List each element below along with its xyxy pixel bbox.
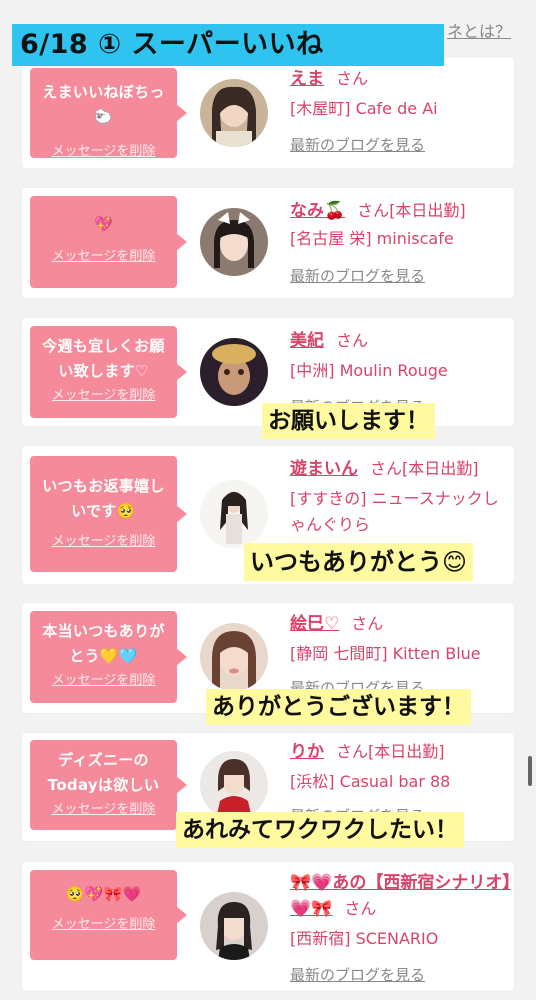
message-text: 今週も宜しくお願い致します♡ [42,337,165,380]
blog-link[interactable]: 最新のブログを見る [290,964,425,985]
blog-link[interactable]: 最新のブログを見る [290,134,425,155]
message-text: 🥺💖🎀💗 [65,885,142,903]
delete-message-link[interactable]: メッセージを削除 [36,798,171,817]
shop-info: [名古屋 栄] miniscafe [290,229,454,248]
profile-info: 絵巳♡ さん [静岡 七間町] Kitten Blue [290,611,512,667]
shop-info: [西新宿] SCENARIO [290,929,439,948]
delete-message-link[interactable]: メッセージを削除 [36,913,171,932]
page-title: 6/18 ① スーパーいいね [12,24,444,66]
shop-info: [浜松] Casual bar 88 [290,772,451,791]
shop-info: [木屋町] Cafe de Ai [290,99,438,118]
list-item: えまいいねぼちっ🐑 メッセージを削除 えま さん [木屋町] Cafe de Ai… [22,58,514,168]
message-text: 本当いつもありがとう💛🩵 [42,622,165,665]
caption-overlay: お願いします！ [262,403,435,439]
honorific: さん [336,742,369,761]
profile-info: なみ🍒 さん[本日出勤] [名古屋 栄] miniscafe [290,198,512,252]
message-bubble: えまいいねぼちっ🐑 メッセージを削除 [30,68,187,159]
user-name-link[interactable]: なみ🍒 [290,201,345,221]
message-bubble: ディズニーのTodayは欲しい メッセージを削除 [30,740,187,830]
caption-overlay: あれみてワクワクしたい！ [176,812,464,848]
avatar[interactable] [200,338,268,406]
delete-message-link[interactable]: メッセージを削除 [36,245,171,264]
message-bubble: 💖 メッセージを削除 [30,196,187,288]
caption-overlay: ありがとうございます！ [206,689,471,725]
user-name-link[interactable]: 🎀💗あの【西新宿シナリオ】💗🎀 [290,873,511,919]
message-text: えまいいねぼちっ🐑 [42,83,165,126]
list-item: 💖 メッセージを削除 なみ🍒 さん[本日出勤] [名古屋 栄] miniscafe… [22,188,514,298]
help-link[interactable]: ネとは？ [447,18,511,42]
shop-info: [すすきの] ニュースナックしゃんぐりら [290,489,499,534]
profile-info: りか さん[本日出勤] [浜松] Casual bar 88 [290,739,512,795]
user-name-link[interactable]: 絵巳♡ [290,614,339,634]
avatar[interactable] [200,480,268,548]
message-text: いつもお返事嬉しいです🥺 [42,477,165,520]
delete-message-link[interactable]: メッセージを削除 [36,384,171,403]
user-name-link[interactable]: 美紀 [290,331,324,351]
profile-info: 美紀 さん [中洲] Moulin Rouge [290,328,512,384]
honorific: さん [370,459,403,478]
honorific: さん [336,331,369,350]
user-name-link[interactable]: りか [290,742,324,762]
avatar[interactable] [200,751,268,819]
delete-message-link[interactable]: メッセージを削除 [36,530,171,549]
status-badge: [本日出勤] [389,201,466,220]
shop-info: [静岡 七間町] Kitten Blue [290,644,481,663]
message-bubble: 本当いつもありがとう💛🩵 メッセージを削除 [30,611,187,703]
user-name-link[interactable]: 遊まいん [290,459,358,479]
shop-info: [中洲] Moulin Rouge [290,361,448,380]
profile-info: 🎀💗あの【西新宿シナリオ】💗🎀 さん [西新宿] SCENARIO [290,870,512,952]
honorific: さん [357,201,390,220]
message-bubble: 🥺💖🎀💗 メッセージを削除 [30,870,187,960]
message-bubble: いつもお返事嬉しいです🥺 メッセージを削除 [30,456,187,572]
scrollbar[interactable] [528,756,532,786]
delete-message-link[interactable]: メッセージを削除 [36,140,171,159]
status-badge: [本日出勤] [368,742,445,761]
honorific: さん [336,69,369,88]
avatar[interactable] [200,208,268,276]
message-text: ディズニーのTodayは欲しい [47,751,160,794]
avatar[interactable] [200,79,268,147]
message-bubble: 今週も宜しくお願い致します♡ メッセージを削除 [30,326,187,418]
honorific: さん [351,614,384,633]
profile-info: 遊まいん さん[本日出勤] [すすきの] ニュースナックしゃんぐりら [290,456,512,538]
delete-message-link[interactable]: メッセージを削除 [36,669,171,688]
status-badge: [本日出勤] [402,459,479,478]
message-text: 💖 [94,215,113,233]
blog-link[interactable]: 最新のブログを見る [290,265,425,286]
avatar[interactable] [200,892,268,960]
honorific: さん [344,899,377,918]
avatar[interactable] [200,623,268,691]
caption-overlay: いつもありがとう😊 [244,543,474,581]
list-item: 🥺💖🎀💗 メッセージを削除 🎀💗あの【西新宿シナリオ】💗🎀 さん [西新宿] SC… [22,862,514,990]
profile-info: えま さん [木屋町] Cafe de Ai [290,66,512,122]
user-name-link[interactable]: えま [290,69,324,89]
